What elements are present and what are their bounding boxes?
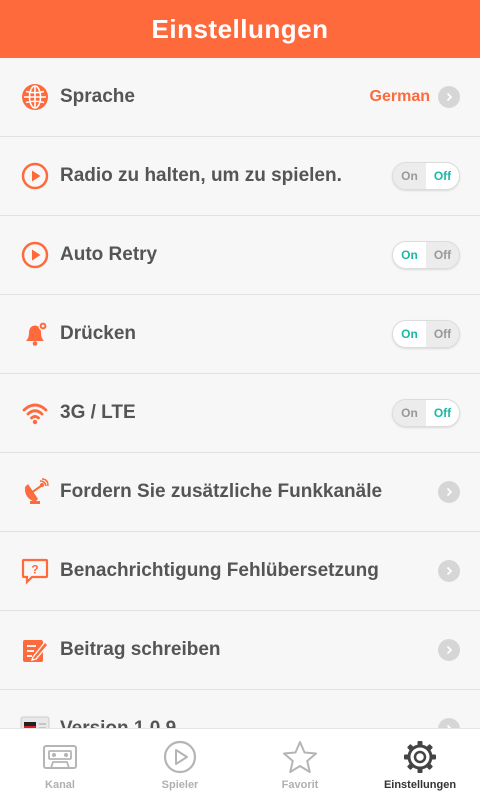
tab-label: Kanal xyxy=(45,779,75,791)
svg-text:?: ? xyxy=(31,563,38,577)
setting-row-request-channels[interactable]: Fordern Sie zusätzliche Funkkanäle xyxy=(0,453,480,532)
toggle-off-label: Off xyxy=(426,400,459,426)
setting-label: Auto Retry xyxy=(60,244,158,265)
setting-label: Sprache xyxy=(60,86,135,107)
bell-gear-icon xyxy=(20,319,50,349)
setting-row-auto-retry: Auto Retry On Off xyxy=(0,216,480,295)
settings-list[interactable]: Sprache German Radio zu halten, um zu sp… xyxy=(0,58,480,728)
toggle-off-label: Off xyxy=(426,163,459,189)
wifi-icon xyxy=(20,398,50,428)
play-circle-icon xyxy=(20,161,50,191)
chevron-right-icon[interactable] xyxy=(438,718,460,728)
setting-label: Fordern Sie zusätzliche Funkkanäle xyxy=(60,481,383,502)
push-toggle[interactable]: On Off xyxy=(392,320,460,348)
3g-lte-toggle[interactable]: On Off xyxy=(392,399,460,427)
satellite-dish-icon xyxy=(20,477,50,507)
language-value: German xyxy=(369,88,430,105)
setting-row-hold-radio: Radio zu halten, um zu spielen. On Off xyxy=(0,137,480,216)
toggle-on-label: On xyxy=(393,321,426,347)
toggle-off-label: Off xyxy=(426,321,459,347)
tab-label: Einstellungen xyxy=(383,779,457,791)
chevron-right-icon[interactable] xyxy=(438,86,460,108)
auto-retry-toggle[interactable]: On Off xyxy=(392,241,460,269)
cassette-icon xyxy=(40,739,80,775)
bottom-tab-bar: Kanal Spieler Favorit Einstellungen xyxy=(0,728,480,800)
globe-icon xyxy=(20,82,50,112)
tab-label: Favorit xyxy=(281,779,319,791)
tab-spieler[interactable]: Spieler xyxy=(120,729,240,800)
setting-row-write-review[interactable]: Beitrag schreiben xyxy=(0,611,480,690)
chevron-right-icon[interactable] xyxy=(438,560,460,582)
play-circle-icon xyxy=(20,240,50,270)
play-icon xyxy=(160,739,200,775)
setting-row-language[interactable]: Sprache German xyxy=(0,58,480,137)
setting-label: Version 1.0.9 xyxy=(60,718,438,728)
setting-row-push: Drücken On Off xyxy=(0,295,480,374)
setting-label: Radio zu halten, um zu spielen. xyxy=(60,165,342,186)
setting-row-version[interactable]: Version 1.0.9 xyxy=(0,690,480,728)
tab-einstellungen[interactable]: Einstellungen xyxy=(360,729,480,800)
chevron-right-icon[interactable] xyxy=(438,481,460,503)
setting-label: Benachrichtigung Fehlübersetzung xyxy=(60,560,379,581)
gear-icon xyxy=(400,739,440,775)
setting-row-3g-lte: 3G / LTE On Off xyxy=(0,374,480,453)
page-title: Einstellungen xyxy=(0,0,480,58)
edit-note-icon xyxy=(20,635,50,665)
toggle-on-label: On xyxy=(393,242,426,268)
setting-label: Beitrag schreiben xyxy=(60,639,221,660)
setting-label: 3G / LTE xyxy=(60,402,136,423)
hold-radio-toggle[interactable]: On Off xyxy=(392,162,460,190)
tab-favorit[interactable]: Favorit xyxy=(240,729,360,800)
setting-row-report-translation[interactable]: ? Benachrichtigung Fehlübersetzung xyxy=(0,532,480,611)
toggle-on-label: On xyxy=(393,163,426,189)
tab-label: Spieler xyxy=(161,779,199,791)
tab-kanal[interactable]: Kanal xyxy=(0,729,120,800)
chevron-right-icon[interactable] xyxy=(438,639,460,661)
star-icon xyxy=(280,739,320,775)
toggle-off-label: Off xyxy=(426,242,459,268)
question-bubble-icon: ? xyxy=(20,556,50,586)
german-flag-icon xyxy=(20,714,50,728)
setting-label: Drücken xyxy=(60,323,137,344)
toggle-on-label: On xyxy=(393,400,426,426)
